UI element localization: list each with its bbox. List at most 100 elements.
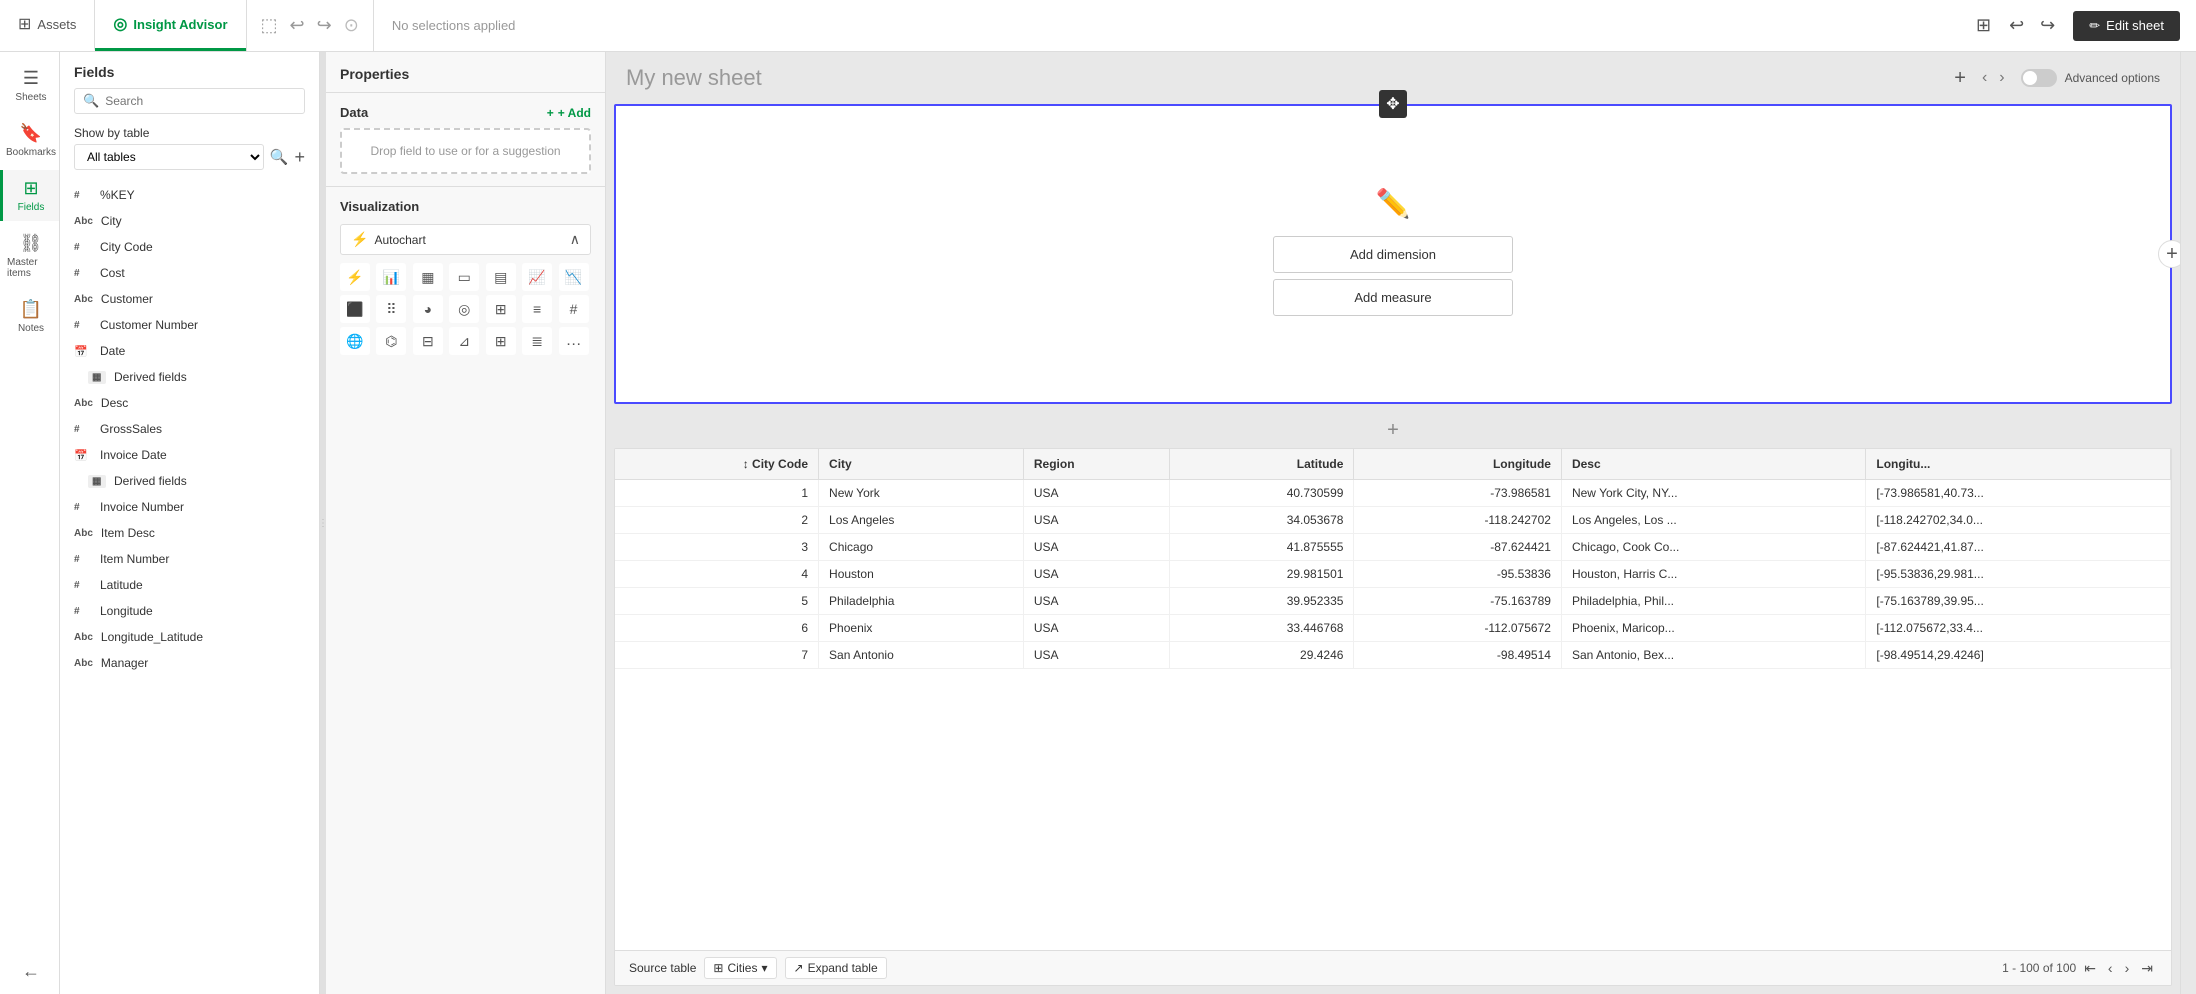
add-dimension-button[interactable]: Add dimension: [1273, 236, 1513, 273]
circle-arrow-icon[interactable]: ⊙: [344, 15, 359, 36]
redo-icon[interactable]: ↪: [317, 15, 332, 36]
chart-map-icon[interactable]: 🌐: [340, 327, 370, 355]
table-row[interactable]: 1 New York USA 40.730599 -73.986581 New …: [615, 480, 2171, 507]
chart-auto-icon[interactable]: ⚡: [340, 263, 370, 291]
field-item[interactable]: #Customer Number: [60, 312, 319, 338]
field-item[interactable]: AbcItem Desc: [60, 520, 319, 546]
chart-combo-icon[interactable]: ⬛: [340, 295, 370, 323]
field-item[interactable]: #%KEY: [60, 182, 319, 208]
col-latitude[interactable]: Latitude: [1170, 449, 1354, 480]
sidebar-collapse-button[interactable]: ←: [0, 953, 59, 994]
edit-sheet-button[interactable]: ✏ Edit sheet: [2073, 11, 2180, 41]
advanced-options-toggle[interactable]: Advanced options: [2021, 69, 2160, 87]
field-item[interactable]: AbcDesc: [60, 390, 319, 416]
col-longitude[interactable]: Longitude: [1354, 449, 1562, 480]
table-select-dropdown[interactable]: All tables: [74, 144, 264, 170]
col-city-code[interactable]: ↕ City Code: [615, 449, 819, 480]
field-item[interactable]: #City Code: [60, 234, 319, 260]
table-row[interactable]: 7 San Antonio USA 29.4246 -98.49514 San …: [615, 642, 2171, 669]
drop-zone[interactable]: Drop field to use or for a suggestion: [340, 128, 591, 174]
chart-bullet-icon[interactable]: ≣: [522, 327, 552, 355]
chart-network-icon[interactable]: ⌬: [376, 327, 406, 355]
table-row[interactable]: 3 Chicago USA 41.875555 -87.624421 Chica…: [615, 534, 2171, 561]
chart-box-icon[interactable]: ▭: [449, 263, 479, 291]
col-desc[interactable]: Desc: [1561, 449, 1865, 480]
sidebar-item-master-items[interactable]: ⛓ Master items: [0, 225, 59, 287]
selection-lasso-icon[interactable]: ⬚: [261, 15, 278, 36]
chart-treemap-icon[interactable]: ⊟: [413, 327, 443, 355]
chart-pie-icon[interactable]: ◕: [413, 295, 443, 323]
tab-insight-advisor[interactable]: ◎ Insight Advisor: [95, 0, 245, 51]
field-item[interactable]: AbcCity: [60, 208, 319, 234]
grid-layout-icon[interactable]: ⊞: [1976, 15, 1991, 36]
chart-pivot-icon[interactable]: ⊞: [486, 295, 516, 323]
table-row[interactable]: 4 Houston USA 29.981501 -95.53836 Housto…: [615, 561, 2171, 588]
show-by-table-section: Show by table All tables 🔍 +: [60, 122, 319, 178]
chart-straight-table-icon[interactable]: ≡: [522, 295, 552, 323]
table-icon: ⊞: [713, 961, 723, 975]
field-item[interactable]: AbcLongitude_Latitude: [60, 624, 319, 650]
table-scroll-area[interactable]: ↕ City Code City Region Latitude Longitu…: [615, 449, 2171, 950]
field-item[interactable]: 📅Date: [60, 338, 319, 364]
field-type-icon: #: [74, 424, 92, 435]
undo-icon[interactable]: ↩: [290, 15, 305, 36]
add-sheet-button[interactable]: +: [1954, 67, 1966, 90]
search-input[interactable]: [105, 94, 296, 108]
table-row[interactable]: 6 Phoenix USA 33.446768 -112.075672 Phoe…: [615, 615, 2171, 642]
chart-scatter-icon[interactable]: ⠿: [376, 295, 406, 323]
field-type-icon: Abc: [74, 216, 93, 227]
field-item[interactable]: ▦Derived fields: [60, 364, 319, 390]
chart-mekko-icon[interactable]: ⊞: [486, 327, 516, 355]
field-item[interactable]: #GrossSales: [60, 416, 319, 442]
expand-table-button[interactable]: ↗ Expand table: [785, 957, 887, 979]
undo-button[interactable]: ↩: [2003, 11, 2030, 40]
table-row[interactable]: 5 Philadelphia USA 39.952335 -75.163789 …: [615, 588, 2171, 615]
table-row[interactable]: 2 Los Angeles USA 34.053678 -118.242702 …: [615, 507, 2171, 534]
sidebar-item-fields[interactable]: ⊞ Fields: [0, 170, 59, 221]
col-city[interactable]: City: [819, 449, 1024, 480]
chart-grouped-icon[interactable]: ▦: [413, 263, 443, 291]
next-sheet-button[interactable]: ›: [1995, 65, 2008, 91]
field-item[interactable]: 📅Invoice Date: [60, 442, 319, 468]
chart-bar-icon[interactable]: 📊: [376, 263, 406, 291]
chart-funnel-icon[interactable]: ⊿: [449, 327, 479, 355]
last-page-button[interactable]: ⇥: [2137, 958, 2157, 979]
chart-donut-icon[interactable]: ◎: [449, 295, 479, 323]
add-row-button[interactable]: +: [606, 412, 2180, 448]
add-measure-button[interactable]: Add measure: [1273, 279, 1513, 316]
field-item[interactable]: ▦Derived fields: [60, 468, 319, 494]
chart-kpi-icon[interactable]: #: [559, 295, 589, 323]
chart-waterfall-icon[interactable]: ▤: [486, 263, 516, 291]
sidebar-item-sheets[interactable]: ☰ Sheets: [0, 60, 59, 111]
field-item[interactable]: #Latitude: [60, 572, 319, 598]
search-table-icon[interactable]: 🔍: [270, 148, 289, 166]
add-field-button[interactable]: + + Add: [547, 106, 591, 120]
prev-sheet-button[interactable]: ‹: [1978, 65, 1991, 91]
field-item[interactable]: #Invoice Number: [60, 494, 319, 520]
add-table-icon[interactable]: +: [294, 147, 305, 168]
sidebar-item-bookmarks[interactable]: 🔖 Bookmarks: [0, 115, 59, 166]
toggle-switch[interactable]: [2021, 69, 2057, 87]
sidebar-item-notes[interactable]: 📋 Notes: [0, 291, 59, 342]
tab-assets[interactable]: ⊞ Assets: [0, 0, 95, 51]
chart-add-right-button[interactable]: +: [2158, 240, 2180, 268]
col-region[interactable]: Region: [1023, 449, 1169, 480]
fields-search-box[interactable]: 🔍: [74, 88, 305, 114]
field-item[interactable]: #Cost: [60, 260, 319, 286]
source-table-select[interactable]: ⊞ Cities ▾: [704, 957, 776, 979]
prev-page-button[interactable]: ‹: [2104, 958, 2117, 978]
chart-more-icon[interactable]: …: [559, 327, 589, 355]
field-item[interactable]: AbcManager: [60, 650, 319, 676]
field-item[interactable]: #Longitude: [60, 598, 319, 624]
move-handle[interactable]: ✥: [1379, 90, 1407, 118]
table-footer: Source table ⊞ Cities ▾ ↗ Expand table 1…: [615, 950, 2171, 985]
col-longitu[interactable]: Longitu...: [1866, 449, 2171, 480]
chart-line-icon[interactable]: 📈: [522, 263, 552, 291]
next-page-button[interactable]: ›: [2121, 958, 2134, 978]
redo-button[interactable]: ↪: [2034, 11, 2061, 40]
field-item[interactable]: #Item Number: [60, 546, 319, 572]
first-page-button[interactable]: ⇤: [2080, 958, 2100, 979]
autochart-collapse-icon[interactable]: ∧: [570, 231, 580, 248]
field-item[interactable]: AbcCustomer: [60, 286, 319, 312]
chart-area-icon[interactable]: 📉: [559, 263, 589, 291]
